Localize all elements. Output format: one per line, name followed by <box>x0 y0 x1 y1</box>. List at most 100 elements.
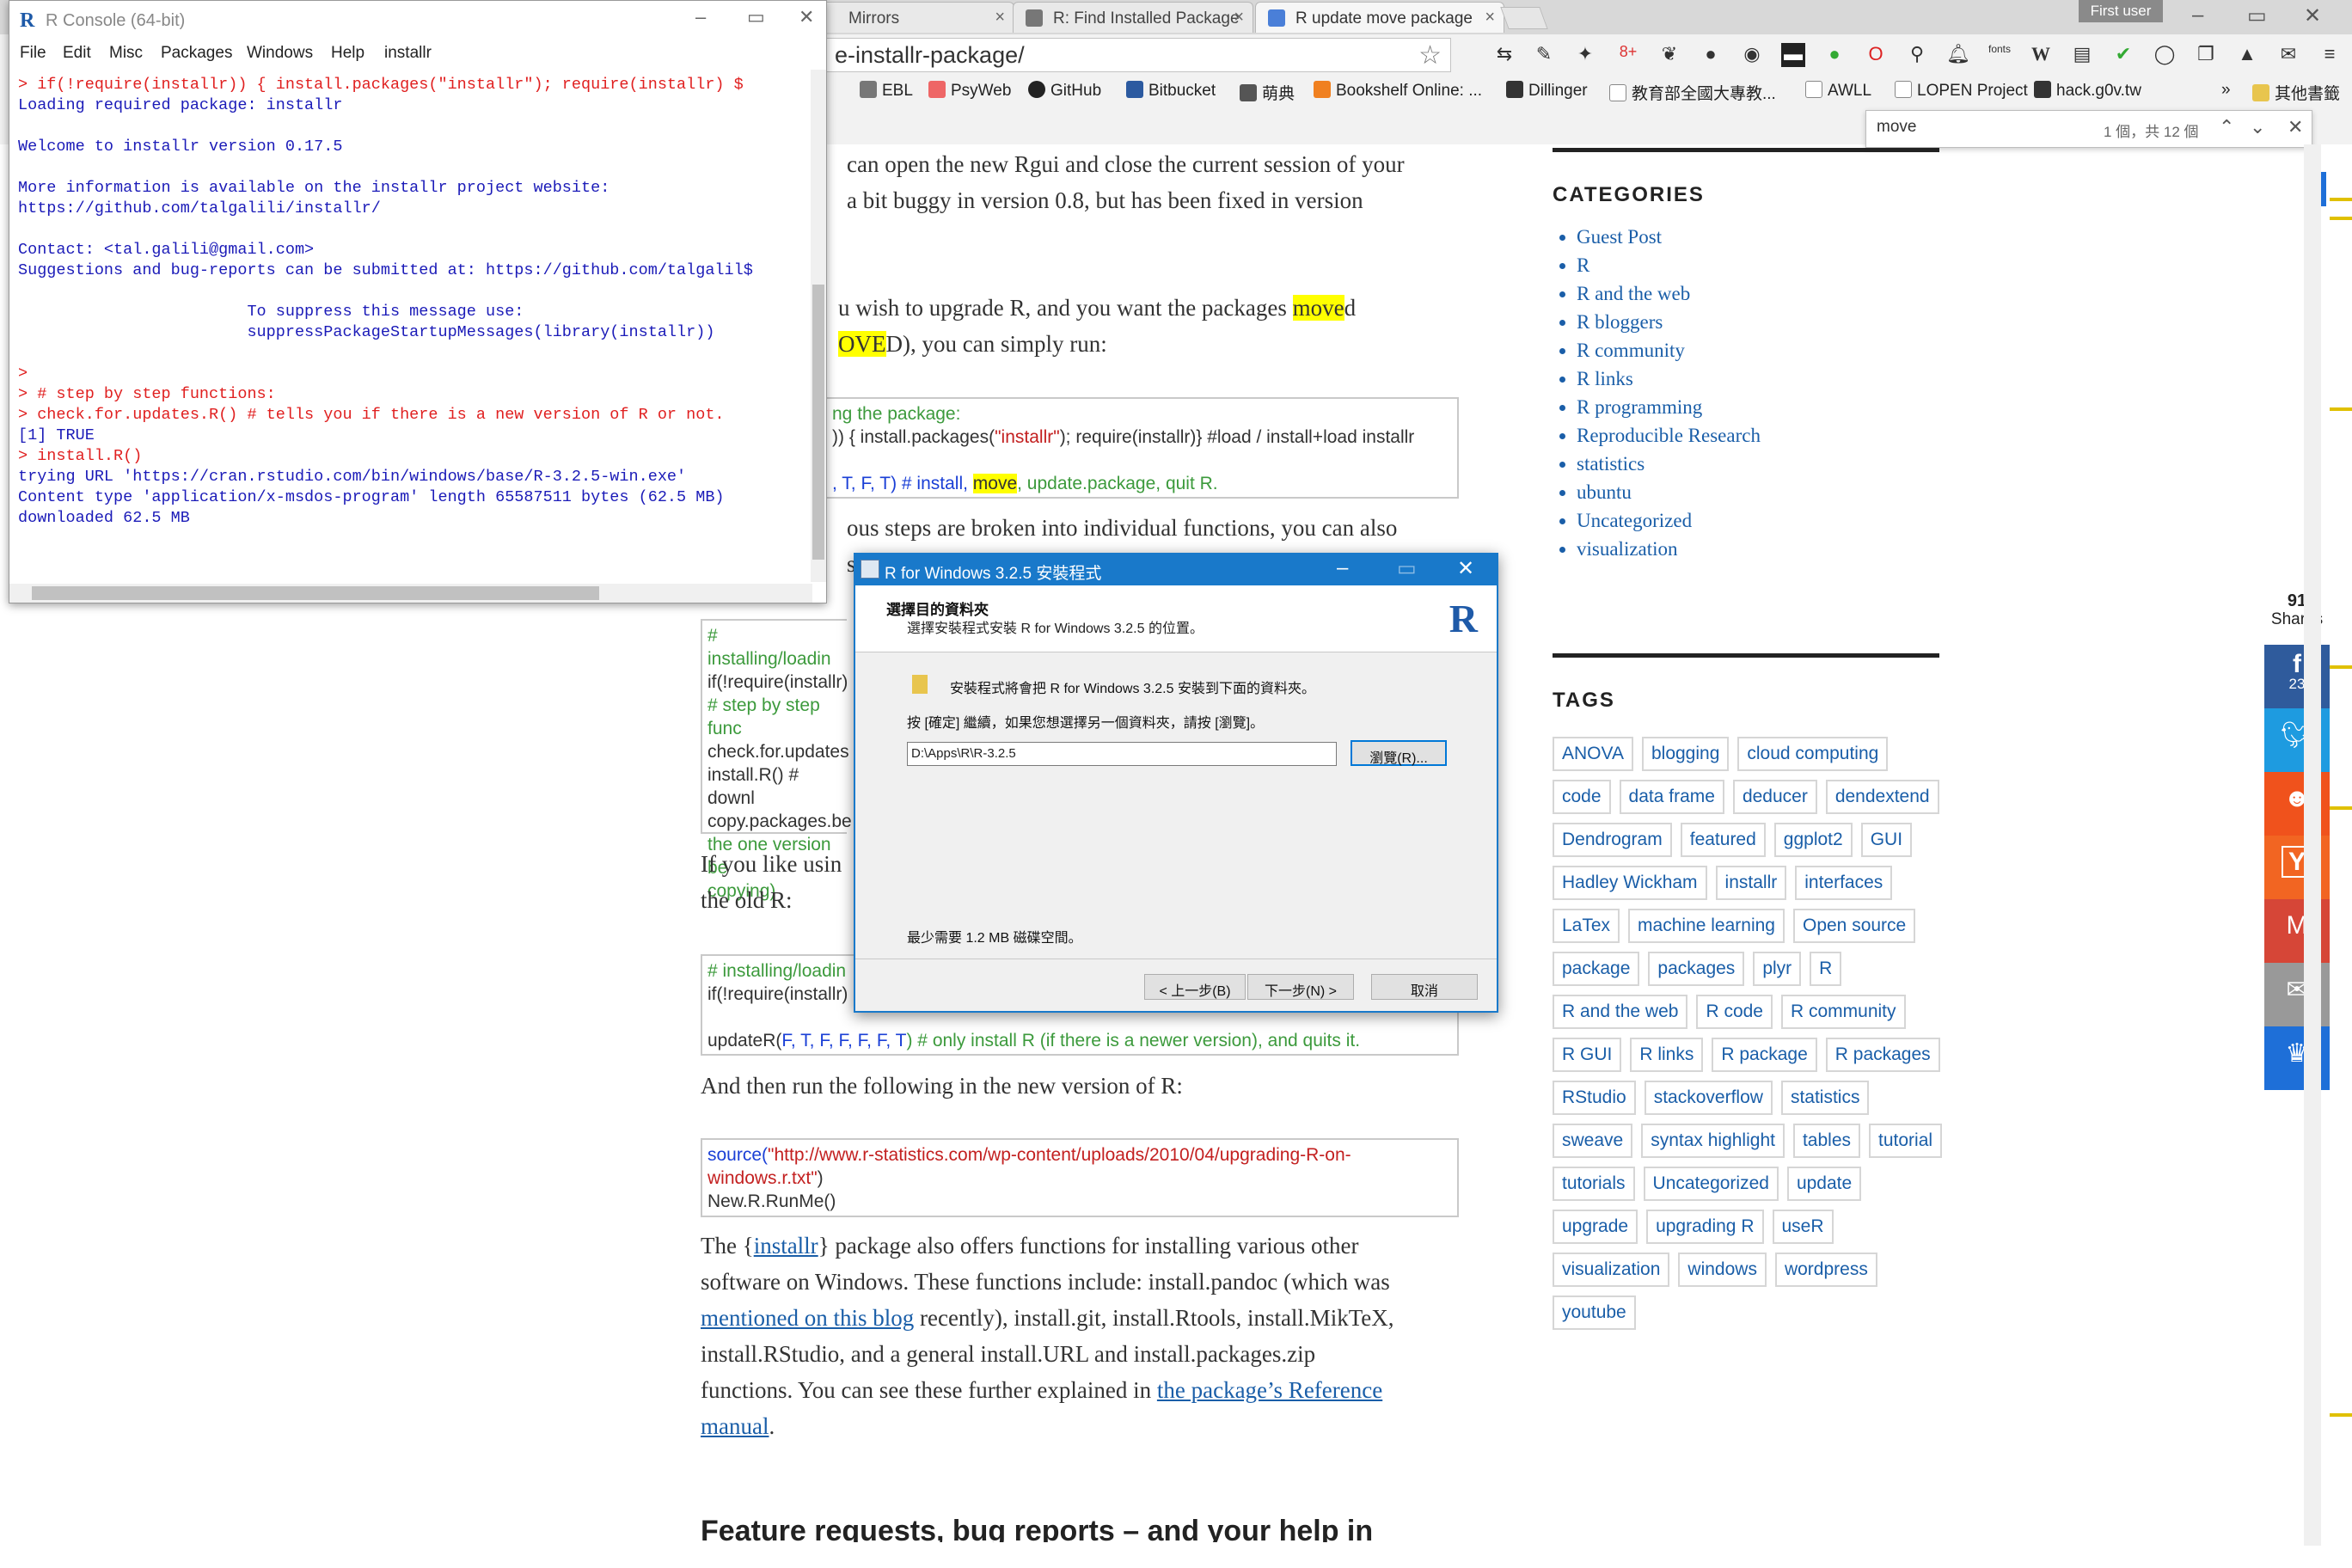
notes-icon[interactable]: ▤ <box>2070 43 2094 67</box>
category-link[interactable]: R programming <box>1577 393 1939 421</box>
bookmark-moedict[interactable]: 萌典 <box>1240 76 1295 105</box>
menu-installr[interactable]: installr <box>384 44 432 63</box>
r-console-window[interactable]: R R Console (64-bit) – ▭ ✕ File Edit Mis… <box>9 0 827 603</box>
tag-link[interactable]: useR <box>1772 1210 1834 1244</box>
bookmark-dillinger[interactable]: Dillinger <box>1506 76 1588 105</box>
blog-link[interactable]: mentioned on this blog <box>701 1305 914 1331</box>
evernote-clip-icon[interactable]: ● <box>1822 43 1847 67</box>
tag-link[interactable]: R links <box>1630 1038 1704 1072</box>
bookmark-ebl[interactable]: EBL <box>860 76 913 105</box>
copy-icon[interactable]: ❐ <box>2194 43 2218 67</box>
category-link[interactable]: R community <box>1577 336 1939 364</box>
menu-packages[interactable]: Packages <box>161 44 232 63</box>
install-path-input[interactable]: D:\Apps\R\R-3.2.5 <box>907 742 1337 766</box>
user-badge[interactable]: First user <box>2079 0 2163 22</box>
bookmark-moe[interactable]: 教育部全國大專教... <box>1609 76 1776 105</box>
tag-link[interactable]: featured <box>1680 823 1766 857</box>
tag-link[interactable]: R and the web <box>1553 995 1688 1029</box>
tag-link[interactable]: GUI <box>1860 823 1913 857</box>
mail-icon[interactable]: ✉ <box>2276 43 2300 67</box>
maximize-icon[interactable]: ▭ <box>747 6 765 28</box>
tag-link[interactable]: R GUI <box>1553 1038 1622 1072</box>
tag-link[interactable]: cloud computing <box>1737 737 1889 771</box>
bookmark-awll[interactable]: AWLL <box>1805 76 1871 105</box>
find-close-icon[interactable]: ✕ <box>2288 116 2303 138</box>
tag-link[interactable]: syntax highlight <box>1641 1124 1785 1158</box>
reference-manual-link[interactable]: manual <box>701 1413 769 1439</box>
tag-link[interactable]: package <box>1553 952 1640 986</box>
find-prev-icon[interactable]: ⌃ <box>2219 116 2234 138</box>
category-link[interactable]: R bloggers <box>1577 308 1939 336</box>
bookmark-star-icon[interactable]: ☆ <box>1418 40 1442 70</box>
eye-icon[interactable]: ◉ <box>1740 43 1764 67</box>
tag-link[interactable]: R code <box>1696 995 1773 1029</box>
reference-manual-link[interactable]: the package’s Reference <box>1157 1377 1382 1403</box>
tag-link[interactable]: wordpress <box>1774 1253 1877 1287</box>
tag-link[interactable]: packages <box>1648 952 1745 986</box>
cancel-button[interactable]: 取消 <box>1371 974 1478 1000</box>
close-icon[interactable]: ✕ <box>1457 556 1474 581</box>
bookmark-hackg0v[interactable]: hack.g0v.tw <box>2034 76 2141 105</box>
evernote-icon[interactable]: ❦ <box>1657 43 1681 67</box>
close-icon[interactable]: ✕ <box>2304 3 2321 28</box>
console-output[interactable]: > if(!require(installr)) { install.packa… <box>18 75 812 573</box>
maximize-icon[interactable]: ▭ <box>2247 3 2267 28</box>
page-scrollbar[interactable] <box>2304 144 2321 1546</box>
tag-link[interactable]: Dendrogram <box>1553 823 1672 857</box>
category-link[interactable]: statistics <box>1577 450 1939 478</box>
tag-link[interactable]: visualization <box>1553 1253 1670 1287</box>
find-input[interactable]: move <box>1877 118 1916 137</box>
tag-link[interactable]: interfaces <box>1795 866 1893 900</box>
tag-link[interactable]: LaTex <box>1553 909 1620 943</box>
minimize-icon[interactable]: – <box>695 6 706 28</box>
tag-link[interactable]: update <box>1786 1167 1862 1201</box>
satellite-icon[interactable]: ⚲ <box>1905 43 1929 67</box>
tag-link[interactable]: installr <box>1715 866 1787 900</box>
tag-link[interactable]: stackoverflow <box>1644 1081 1773 1115</box>
tag-link[interactable]: ggplot2 <box>1773 823 1853 857</box>
tag-link[interactable]: deducer <box>1732 780 1817 814</box>
category-link[interactable]: Guest Post <box>1577 223 1939 251</box>
tag-link[interactable]: blogging <box>1641 737 1730 771</box>
menu-edit[interactable]: Edit <box>63 44 91 63</box>
tag-link[interactable]: dendextend <box>1825 780 1939 814</box>
fonts-icon[interactable]: fonts <box>1988 43 2012 67</box>
scroll-thumb[interactable] <box>32 586 599 600</box>
tag-link[interactable]: Hadley Wickham <box>1553 866 1707 900</box>
close-icon[interactable]: × <box>995 8 1005 28</box>
category-link[interactable]: ubuntu <box>1577 478 1939 506</box>
horizontal-scrollbar[interactable] <box>9 584 812 603</box>
address-bar[interactable]: e-installr-package/ ☆ <box>825 38 1451 72</box>
tab-update-move[interactable]: R update move package × <box>1255 2 1504 33</box>
browse-button[interactable]: 瀏覽(R)... <box>1351 740 1447 766</box>
tag-link[interactable]: upgrade <box>1553 1210 1638 1244</box>
tag-link[interactable]: RStudio <box>1553 1081 1636 1115</box>
back-button[interactable]: < 上一步(B) <box>1144 974 1246 1000</box>
tab-mirrors[interactable]: Mirrors × <box>808 2 1014 33</box>
bell-icon[interactable]: 🔔︎ <box>1946 43 1970 67</box>
tag-link[interactable]: youtube <box>1553 1295 1636 1330</box>
tag-link[interactable]: R community <box>1780 995 1906 1029</box>
tab-find-installed[interactable]: R: Find Installed Package × <box>1013 2 1253 33</box>
google-plus-icon[interactable]: 8+ <box>1616 43 1640 67</box>
bookmarks-overflow[interactable]: » <box>2221 76 2231 105</box>
tag-link[interactable]: statistics <box>1780 1081 1870 1115</box>
find-next-icon[interactable]: ⌄ <box>2250 116 2265 138</box>
close-icon[interactable]: ✕ <box>799 6 814 28</box>
category-link[interactable]: visualization <box>1577 535 1939 563</box>
tag-link[interactable]: ANOVA <box>1553 737 1633 771</box>
bookmark-bitbucket[interactable]: Bitbucket <box>1126 76 1216 105</box>
tag-link[interactable]: plyr <box>1753 952 1802 986</box>
terminal-icon[interactable]: ▬ <box>1781 43 1805 67</box>
vertical-scrollbar[interactable] <box>811 70 826 582</box>
bookmark-github[interactable]: GitHub <box>1028 76 1101 105</box>
new-tab-button[interactable] <box>1500 7 1548 29</box>
installr-link[interactable]: installr <box>754 1233 818 1259</box>
menu-help[interactable]: Help <box>331 44 364 63</box>
pushpin-icon[interactable]: ✦ <box>1573 43 1597 67</box>
category-link[interactable]: Reproducible Research <box>1577 421 1939 450</box>
check-icon[interactable]: ✔ <box>2111 43 2135 67</box>
bookmark-psyweb[interactable]: PsyWeb <box>928 76 1011 105</box>
installer-dialog[interactable]: R for Windows 3.2.5 安裝程式 – ▭ ✕ 選擇目的資料夾 選… <box>854 553 1498 1013</box>
scroll-thumb[interactable] <box>812 285 824 560</box>
